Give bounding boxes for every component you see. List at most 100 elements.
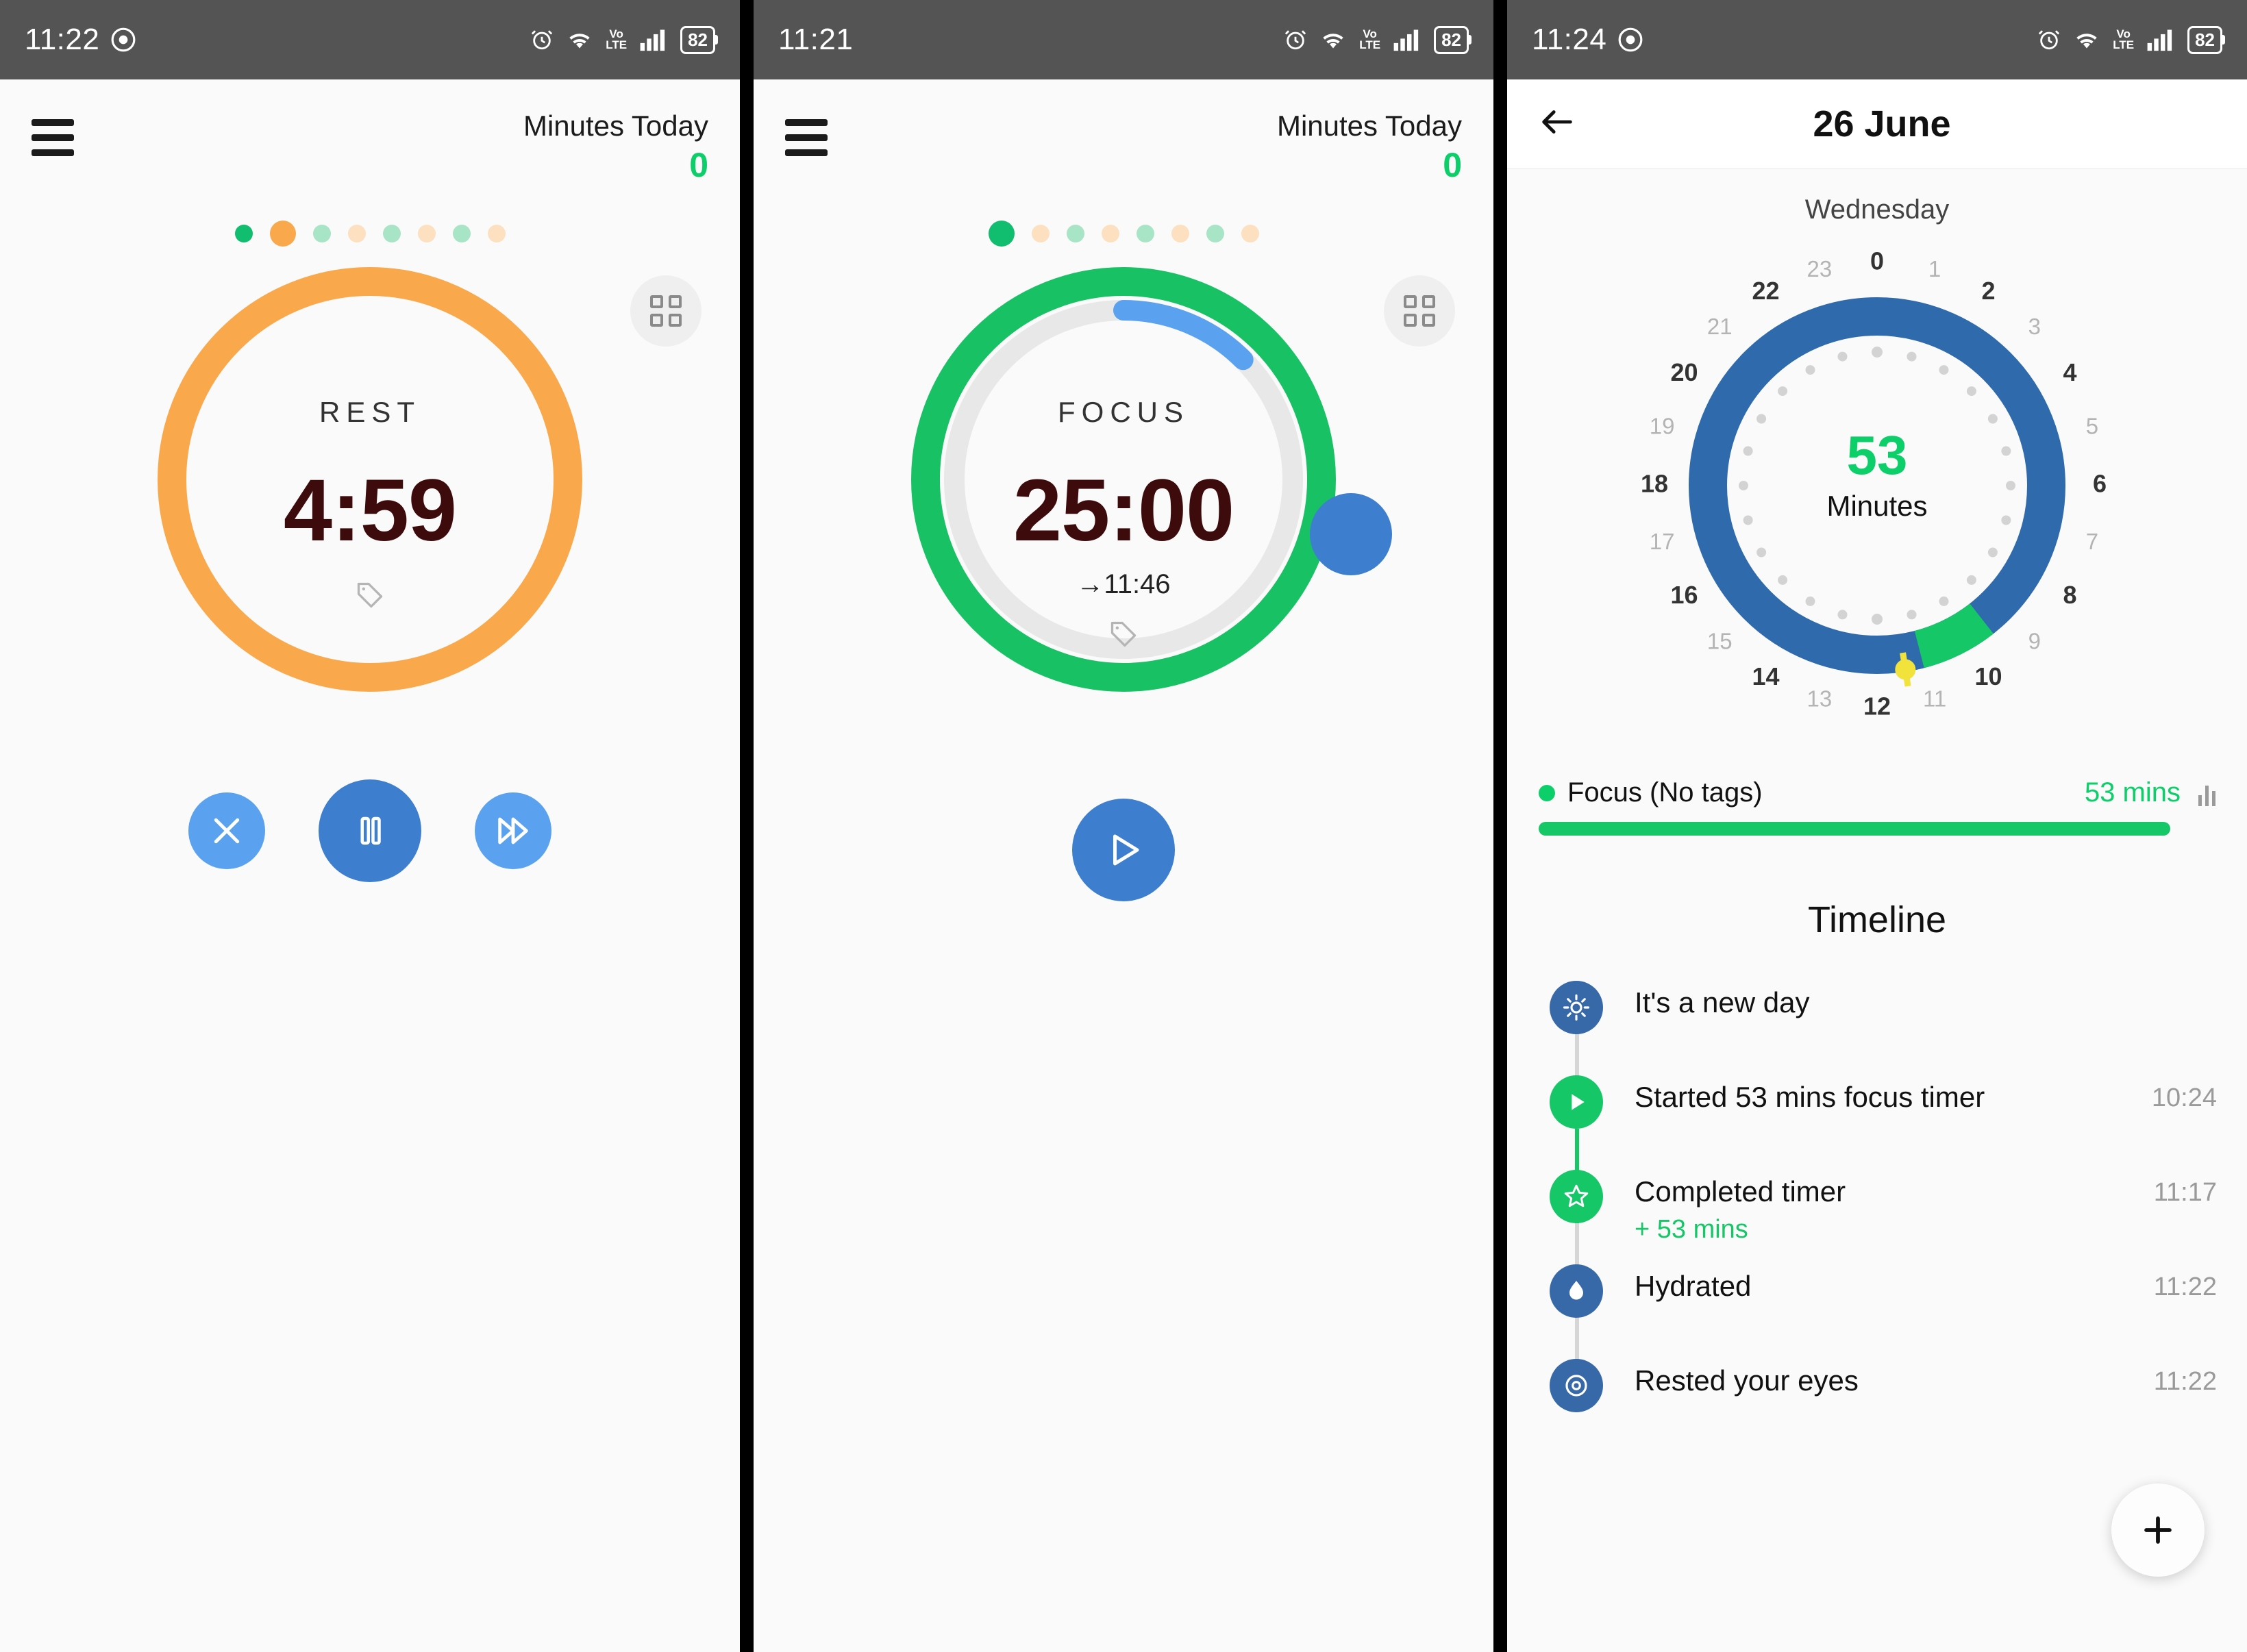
status-bar: 11:21 Vo LTE 82 — [754, 0, 1493, 79]
timeline-item[interactable]: It's a new day — [1550, 981, 2247, 1129]
timer-eta: →11:46 — [1076, 569, 1171, 599]
signal-icon — [640, 29, 665, 51]
pause-icon — [360, 816, 381, 845]
status-bar-right: Vo LTE 82 — [1284, 25, 1469, 54]
status-bar-clock: 11:24 — [1532, 23, 1607, 56]
timeline-item[interactable]: Completed timer + 53 mins 11:17 — [1550, 1170, 2247, 1318]
session-dot[interactable] — [487, 225, 506, 242]
tag-icon[interactable] — [0, 580, 740, 610]
timeline-item-text: It's a new day — [1635, 986, 1810, 1018]
wifi-icon — [2076, 34, 2097, 49]
timer-ring-area: REST 4:59 — [0, 267, 740, 760]
skip-button[interactable] — [475, 792, 551, 869]
minutes-today-block: Minutes Today 0 — [1277, 110, 1462, 185]
status-bar: 11:24 Vo LTE 82 — [1507, 0, 2247, 79]
panel-divider — [740, 0, 754, 1652]
play-icon — [1572, 1094, 1585, 1110]
session-dot[interactable] — [1066, 225, 1084, 242]
svg-text:21: 21 — [1707, 314, 1733, 339]
svg-text:15: 15 — [1707, 629, 1733, 654]
timeline-item-body: Hydrated — [1603, 1264, 2154, 1303]
session-dot[interactable] — [1136, 225, 1154, 242]
timeline-item-text: Started 53 mins focus timer — [1635, 1081, 1985, 1113]
grid-view-button[interactable] — [630, 275, 702, 347]
session-dot[interactable] — [1101, 225, 1119, 242]
status-bar-clock: 11:22 — [25, 23, 100, 56]
focus-stat-row: Focus (No tags) 53 mins — [1539, 777, 2215, 808]
play-icon — [1113, 834, 1139, 866]
battery-icon: 82 — [1434, 25, 1469, 54]
back-arrow-icon — [1542, 110, 1572, 134]
timeline-item[interactable]: Hydrated 11:22 — [1550, 1264, 2247, 1412]
timer-countdown: 4:59 — [283, 462, 457, 560]
bar-chart-icon[interactable] — [2198, 780, 2215, 806]
timer-top-bar: Minutes Today 0 — [0, 79, 740, 185]
session-dot[interactable] — [1031, 225, 1050, 242]
session-dot[interactable] — [312, 225, 331, 242]
session-dot[interactable] — [382, 225, 401, 242]
panel-divider — [1493, 0, 1507, 1652]
session-dot[interactable] — [347, 225, 366, 242]
phone-screen-day-detail: 11:24 Vo LTE 82 26 June Wednesday 0 1 2 … — [1507, 0, 2247, 1652]
session-dot[interactable] — [234, 225, 253, 242]
close-icon — [214, 818, 240, 844]
session-dot[interactable] — [1206, 225, 1224, 242]
session-dot-active[interactable] — [269, 221, 296, 247]
svg-text:8: 8 — [2063, 581, 2076, 609]
focus-minutes-unit: Minutes — [1826, 490, 1928, 522]
session-dot[interactable] — [1171, 225, 1189, 242]
session-dot[interactable] — [417, 225, 436, 242]
session-dot[interactable] — [452, 225, 471, 242]
svg-text:10: 10 — [1974, 662, 2002, 690]
timeline-item-body: Rested your eyes — [1603, 1359, 2154, 1397]
cancel-button[interactable] — [188, 792, 265, 869]
volte-icon: Vo LTE — [2113, 27, 2135, 51]
svg-text:4: 4 — [2063, 358, 2076, 386]
timeline-item-icon — [1550, 1359, 1603, 1412]
svg-text:2: 2 — [1981, 277, 1995, 305]
timeline-item[interactable]: Started 53 mins focus timer 10:24 — [1550, 1075, 2247, 1223]
start-button[interactable] — [1072, 799, 1175, 901]
session-dot[interactable] — [1241, 225, 1259, 242]
wifi-icon — [569, 34, 590, 49]
timer-readout: FOCUS 25:00 →11:46 — [754, 396, 1493, 649]
session-dot-active[interactable] — [988, 221, 1015, 247]
svg-text:12: 12 — [1863, 692, 1891, 721]
focus-stat-label: Focus (No tags) — [1567, 777, 1763, 808]
minutes-today-value: 0 — [689, 146, 708, 184]
status-bar-left: 11:22 — [25, 23, 136, 57]
sun-icon — [1563, 994, 1590, 1021]
hamburger-menu-icon[interactable] — [785, 110, 828, 185]
timeline-item-icon — [1550, 1075, 1603, 1129]
alarm-icon — [2039, 30, 2060, 50]
status-bar-left: 11:24 — [1532, 23, 1643, 57]
status-bar-left: 11:21 — [778, 23, 853, 57]
timer-mode-label: FOCUS — [1058, 396, 1189, 428]
tag-icon[interactable] — [754, 619, 1493, 649]
app-bar: 26 June — [1507, 79, 2247, 168]
timeline-item-time: 11:22 — [2153, 1367, 2217, 1396]
wifi-icon — [1323, 34, 1343, 49]
battery-icon: 82 — [680, 25, 715, 54]
focus-stat-value: 53 mins — [2084, 777, 2181, 808]
svg-text:20: 20 — [1670, 358, 1698, 386]
pause-button[interactable] — [319, 779, 421, 882]
signal-icon — [2147, 29, 2172, 51]
add-entry-fab[interactable] — [2111, 1484, 2205, 1577]
back-button[interactable] — [1537, 102, 1577, 145]
svg-text:11: 11 — [1923, 686, 1946, 712]
timer-top-bar: Minutes Today 0 — [754, 79, 1493, 185]
water-drop-icon — [1569, 1281, 1583, 1300]
grid-view-button[interactable] — [1384, 275, 1455, 347]
plus-icon — [2144, 1516, 2172, 1544]
svg-text:1: 1 — [1928, 256, 1941, 281]
timeline-item[interactable]: Rested your eyes 11:22 — [1550, 1359, 2247, 1453]
timeline-list: It's a new day Started 53 mins focus tim… — [1507, 981, 2247, 1453]
timeline-item-icon — [1550, 981, 1603, 1034]
svg-text:3: 3 — [2028, 314, 2041, 339]
screenshot-root: 11:22 Vo LTE 82 Minutes Today 0 REST 4:5… — [0, 0, 2247, 1652]
status-bar: 11:22 Vo LTE 82 — [0, 0, 740, 79]
focus-stat-block: Focus (No tags) 53 mins — [1507, 777, 2247, 836]
hamburger-menu-icon[interactable] — [32, 110, 74, 185]
svg-text:9: 9 — [2028, 629, 2041, 654]
